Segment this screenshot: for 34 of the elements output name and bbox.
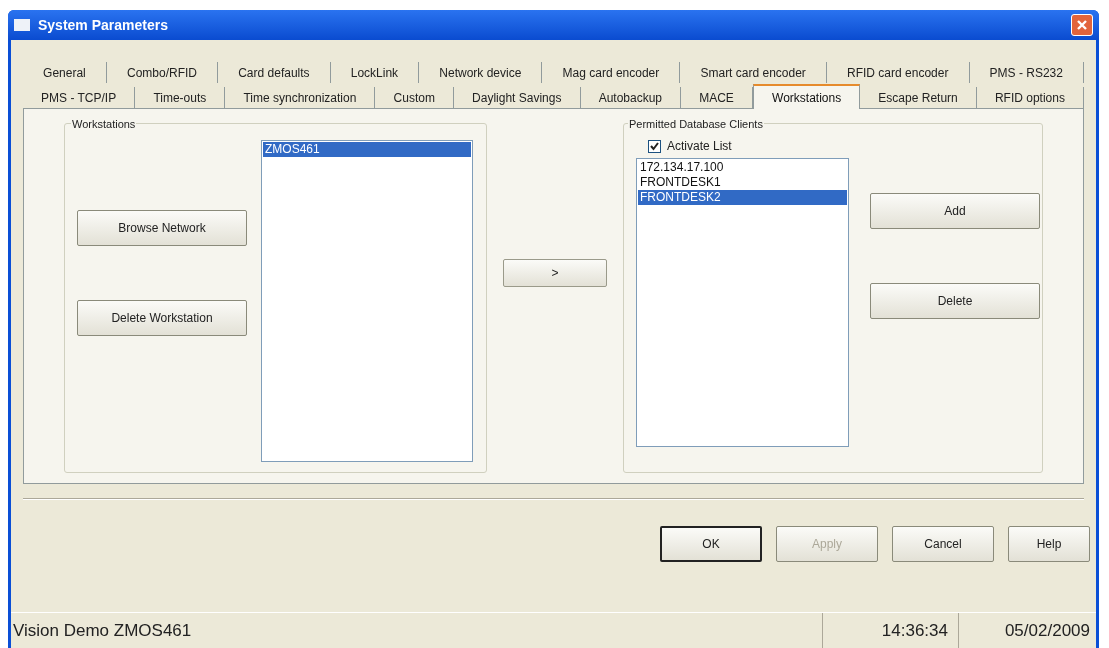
tab[interactable]: Workstations [752,84,861,109]
status-text: Vision Demo ZMOS461 [12,619,193,642]
add-button[interactable]: Add [870,193,1040,229]
tab[interactable]: Combo/RFID [106,62,219,83]
list-item[interactable]: ZMOS461 [263,142,471,157]
window-title: System Parameters [38,15,169,35]
workstations-list[interactable]: ZMOS461 [261,140,473,462]
checkmark-icon [650,141,659,151]
checkbox-label: Activate List [667,138,732,155]
tab[interactable]: Mag card encoder [542,62,681,83]
transfer-button[interactable]: > [503,259,607,287]
tab[interactable]: Smart card encoder [680,62,827,83]
tab[interactable]: RFID card encoder [826,62,970,83]
tab[interactable]: Card defaults [218,62,331,83]
status-time: 14:36:34 [822,613,958,648]
close-icon [1076,19,1088,31]
dialog-button[interactable]: Cancel [892,526,994,562]
tab[interactable]: LockLink [330,62,420,83]
list-item[interactable]: FRONTDESK1 [638,175,847,190]
window-icon [14,19,30,31]
list-item[interactable]: FRONTDESK2 [638,190,847,205]
delete-workstation-button[interactable]: Delete Workstation [77,300,247,336]
tab[interactable]: Network device [419,62,543,83]
status-date: 05/02/2009 [958,613,1096,648]
close-button[interactable] [1071,14,1093,36]
list-item[interactable]: 172.134.17.100 [638,160,847,175]
dialog-button[interactable]: Help [1008,526,1090,562]
dialog-button[interactable]: OK [660,526,762,562]
tab[interactable]: PMS - RS232 [969,62,1085,83]
delete-button[interactable]: Delete [870,283,1040,319]
tab[interactable]: General [23,62,107,83]
browse-network-button[interactable]: Browse Network [77,210,247,246]
activate-list-checkbox[interactable] [648,139,661,153]
permitted-clients-list[interactable]: 172.134.17.100 FRONTDESK1 FRONTDESK2 [636,158,849,447]
